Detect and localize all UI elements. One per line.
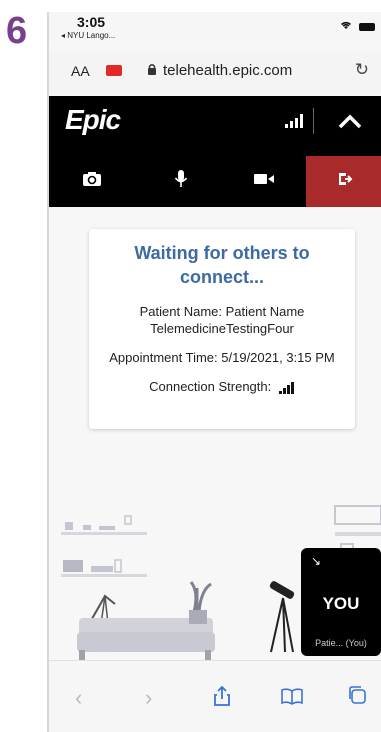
- phone-screen: 3:05 ◂ NYU Lango... AA telehealth.epic.c…: [47, 12, 381, 732]
- self-view-name: Patie... (You): [315, 638, 367, 648]
- self-view-label: YOU: [322, 594, 360, 613]
- video-camera-icon: [253, 172, 275, 191]
- appointment-time: Appointment Time: 5/19/2021, 3:15 PM: [109, 350, 335, 365]
- url-field[interactable]: telehealth.epic.com: [163, 62, 292, 79]
- share-icon[interactable]: [213, 685, 231, 713]
- waiting-title: Waiting for others to connect...: [134, 243, 310, 287]
- connection-strength-label: Connection Strength:: [149, 379, 272, 394]
- screenshot: 6 3:05 ◂ NYU Lango... AA telehealth.epic…: [0, 0, 381, 732]
- lock-icon: [147, 63, 157, 79]
- status-icons: [339, 20, 375, 33]
- connection-signal-icon: [278, 381, 295, 394]
- header-divider: [313, 108, 314, 134]
- tabs-icon[interactable]: [347, 685, 367, 711]
- minimize-arrow-icon[interactable]: ↘: [311, 554, 321, 568]
- battery-icon: [359, 23, 375, 32]
- back-icon[interactable]: ‹: [75, 685, 82, 711]
- epic-logo: Epic: [65, 104, 121, 135]
- chevron-up-icon[interactable]: [337, 112, 363, 130]
- camera-in-use-icon: [106, 65, 122, 76]
- browser-toolbar: ‹ ›: [49, 660, 381, 732]
- end-call-button[interactable]: [306, 156, 381, 207]
- epic-header: Epic: [49, 96, 381, 207]
- browser-address-bar: AA telehealth.epic.com ↻: [49, 52, 381, 92]
- signal-strength-icon: [285, 114, 305, 128]
- microphone-button[interactable]: [151, 156, 211, 207]
- wifi-icon: [339, 21, 356, 33]
- back-to-app-link[interactable]: ◂ NYU Lango...: [61, 31, 115, 40]
- step-number: 6: [6, 10, 28, 52]
- self-view-tile[interactable]: ↘ YOU Patie... (You): [301, 548, 381, 656]
- connection-strength: Connection Strength:: [89, 378, 355, 395]
- exit-icon: [337, 171, 353, 192]
- status-bar: 3:05 ◂ NYU Lango...: [49, 12, 381, 46]
- switch-camera-button[interactable]: [62, 156, 122, 207]
- call-controls: [49, 156, 381, 207]
- text-size-button[interactable]: AA: [71, 63, 90, 79]
- video-button[interactable]: [234, 156, 294, 207]
- reload-icon[interactable]: ↻: [355, 60, 369, 80]
- forward-icon[interactable]: ›: [145, 685, 152, 711]
- patient-name: Patient Name: Patient Name TelemedicineT…: [139, 304, 305, 336]
- status-time: 3:05: [77, 14, 106, 30]
- camera-switch-icon: [82, 171, 102, 192]
- waiting-card: Waiting for others to connect... Patient…: [89, 229, 355, 429]
- bookmarks-icon[interactable]: [281, 685, 303, 711]
- microphone-icon: [174, 169, 188, 194]
